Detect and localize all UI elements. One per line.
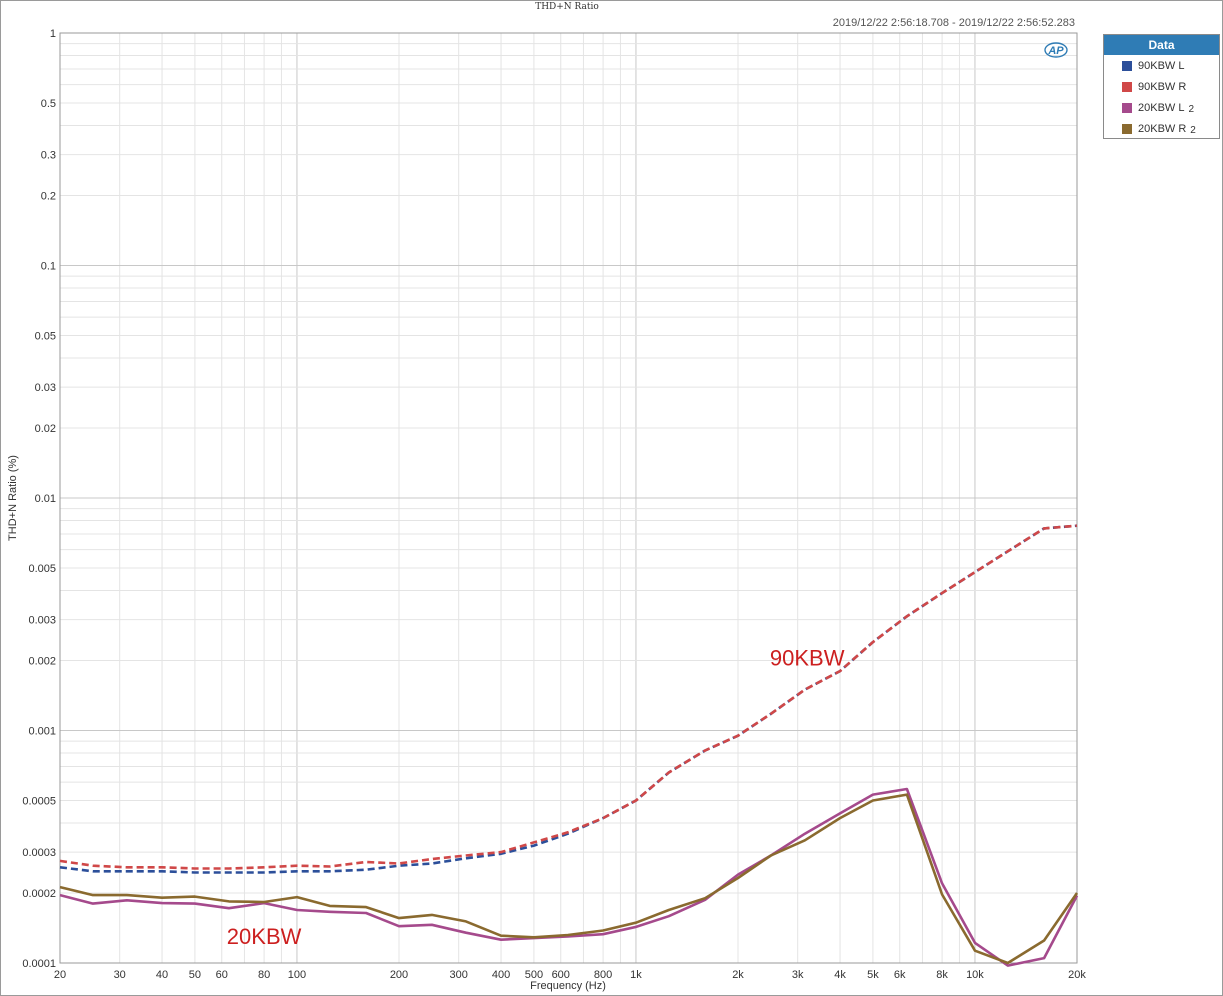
legend-item: 20KBW L2 <box>1104 97 1219 118</box>
legend-suffix: 2 <box>1188 104 1195 115</box>
x-tick-label: 1k <box>630 969 642 981</box>
x-tick-label: 80 <box>258 969 270 981</box>
y-tick-label: 0.3 <box>41 150 56 162</box>
chart-title: THD+N Ratio <box>535 2 599 12</box>
x-tick-label: 10k <box>966 969 984 981</box>
legend-swatch <box>1122 102 1132 113</box>
y-tick-label: 0.003 <box>28 615 56 627</box>
y-tick-label: 0.5 <box>41 98 56 110</box>
legend-swatch <box>1122 123 1132 134</box>
x-tick-label: 30 <box>114 969 126 981</box>
legend-item: 90KBW R <box>1104 76 1219 97</box>
x-tick-label: 8k <box>936 969 948 981</box>
y-tick-label: 0.002 <box>28 656 56 668</box>
y-tick-label: 0.0002 <box>22 888 56 900</box>
x-tick-label: 5k <box>867 969 879 981</box>
x-tick-label: 6k <box>894 969 906 981</box>
y-tick-label: 0.03 <box>35 382 56 394</box>
y-tick-label: 0.0003 <box>22 847 56 859</box>
x-tick-label: 40 <box>156 969 168 981</box>
timestamp-label: 2019/12/22 2:56:18.708 - 2019/12/22 2:56… <box>833 17 1075 29</box>
x-tick-label: 20k <box>1068 969 1086 981</box>
legend-swatch <box>1122 81 1132 92</box>
x-axis-label: Frequency (Hz) <box>530 980 606 992</box>
y-tick-label: 0.001 <box>28 726 56 738</box>
x-tick-label: 100 <box>288 969 306 981</box>
y-tick-label: 0.01 <box>35 493 56 505</box>
x-tick-label: 4k <box>834 969 846 981</box>
y-tick-label: 0.0005 <box>22 795 56 807</box>
x-tick-label: 3k <box>792 969 804 981</box>
y-tick-label: 0.05 <box>35 330 56 342</box>
x-tick-label: 300 <box>450 969 468 981</box>
x-tick-label: 60 <box>216 969 228 981</box>
legend-list: 90KBW L 90KBW R 20KBW L 2 20KBW R2 <box>1104 55 1219 139</box>
x-tick-label: 20 <box>54 969 66 981</box>
y-tick-label: 0.2 <box>41 191 56 203</box>
x-tick-label: 200 <box>390 969 408 981</box>
y-tick-label: 0.02 <box>35 423 56 435</box>
x-tick-label: 2k <box>732 969 744 981</box>
ap-logo-text: AP <box>1047 45 1064 57</box>
legend-item: 90KBW L <box>1104 55 1219 76</box>
legend-swatch <box>1122 60 1132 71</box>
thdn-chart: 20 30 40 50 60 80 100 200 300 400 500 600 800 1k 2k 3k 4… <box>0 0 1223 996</box>
legend-label: 20KBW L <box>1138 101 1185 114</box>
y-tick-label: 0.1 <box>41 261 56 273</box>
legend-item: 20KBW R2 <box>1104 118 1219 139</box>
y-axis-label: THD+N Ratio (%) <box>7 455 19 541</box>
y-tick-label: 0.0001 <box>22 958 56 970</box>
legend-label: 20KBW R <box>1138 122 1187 135</box>
legend-title: Data <box>1104 35 1219 55</box>
y-tick-label: 0.005 <box>28 563 56 575</box>
legend: Data 90KBW L 90KBW R 20KBW L 2 20KBW R2 <box>1103 34 1220 139</box>
y-tick-label: 1 <box>50 28 56 40</box>
legend-label: 90KBW R <box>1138 80 1187 93</box>
legend-suffix: 2 <box>1190 125 1196 136</box>
legend-label: 90KBW L <box>1138 59 1185 72</box>
x-tick-label: 400 <box>492 969 510 981</box>
annotation-label: 90KBW <box>770 646 845 671</box>
x-tick-label: 50 <box>189 969 201 981</box>
annotation-label: 20KBW <box>227 924 302 949</box>
